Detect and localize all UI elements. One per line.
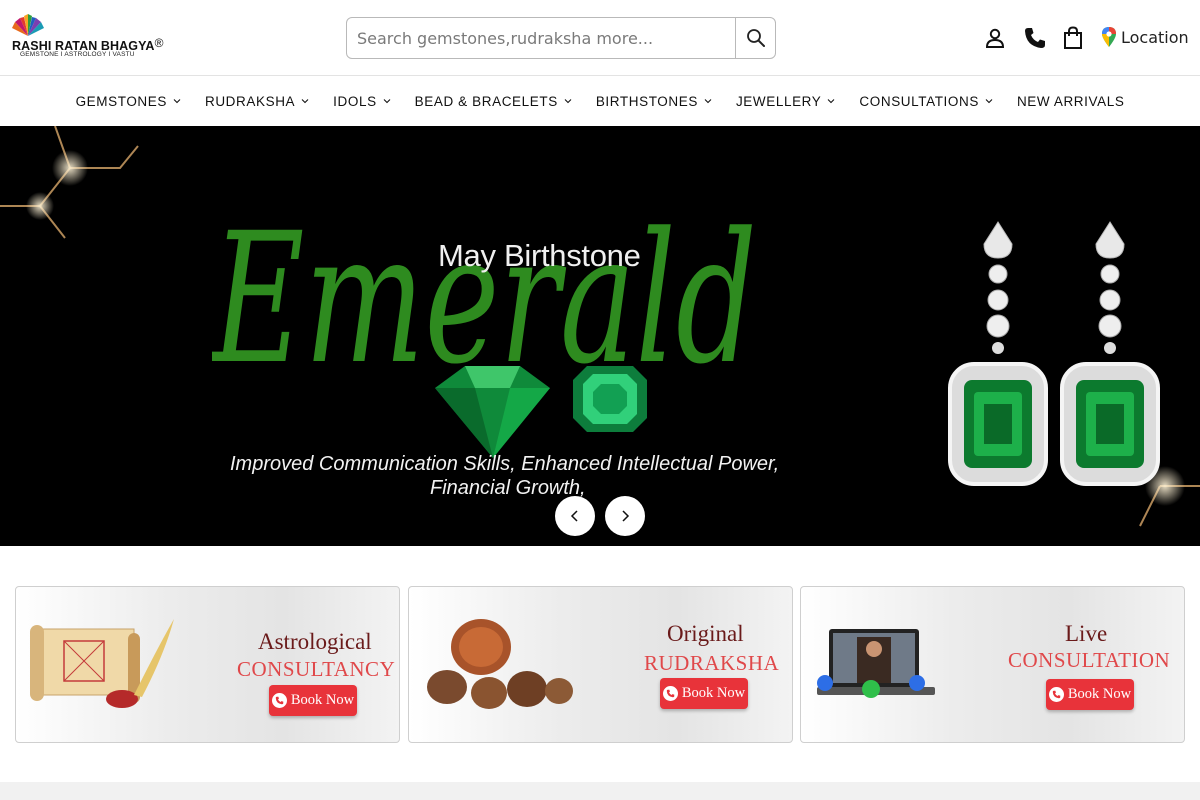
nav-item-idols[interactable]: IDOLS	[333, 94, 391, 109]
hero-description-line2: Financial Growth,	[430, 477, 586, 499]
book-now-label: Book Now	[290, 692, 355, 708]
nav-label: RUDRAKSHA	[204, 93, 296, 109]
book-now-button[interactable]: Book Now	[660, 678, 748, 709]
hero-description-line1: Improved Communication Skills, Enhanced …	[230, 453, 780, 475]
promo-original-rudraksha[interactable]: Original RUDRAKSHA Book Now	[408, 586, 793, 743]
bag-icon	[1064, 26, 1082, 49]
chevron-right-icon	[622, 510, 630, 522]
nav-label: CONSULTATIONS	[859, 93, 979, 109]
nav-label: BIRTHSTONES	[595, 93, 698, 109]
cart-button[interactable]	[1059, 24, 1087, 52]
site-header: RASHI RATAN BHAGYA® GEMSTONE I ASTROLOGY…	[0, 0, 1200, 76]
book-now-button[interactable]: Book Now	[1046, 679, 1134, 710]
location-label: Location	[1121, 27, 1189, 47]
promo-live-consultation[interactable]: Live CONSULTATION Book Now	[800, 586, 1185, 743]
section-divider	[0, 782, 1200, 800]
chevron-down-icon	[985, 99, 993, 104]
nav-label: IDOLS	[333, 93, 377, 109]
search-icon	[746, 29, 765, 47]
emerald-gemstones-image	[435, 366, 647, 458]
carousel-next-button[interactable]	[605, 496, 645, 536]
phone-icon	[271, 693, 287, 708]
hero-banner[interactable]: Emerald May Birthstone Improved Communic…	[0, 126, 1200, 546]
promo-title: Live	[1065, 621, 1108, 646]
chevron-down-icon	[383, 99, 391, 104]
phone-icon	[1048, 687, 1064, 702]
nav-label: BEAD & BRACELETS	[414, 93, 558, 109]
laptop-video-call-image	[817, 629, 935, 698]
chevron-down-icon	[828, 99, 835, 104]
brand-logo[interactable]: RASHI RATAN BHAGYA® GEMSTONE I ASTROLOGY…	[8, 14, 168, 62]
search-bar	[346, 17, 776, 59]
location-selector[interactable]: Location	[1102, 26, 1189, 48]
book-now-button[interactable]: Book Now	[269, 685, 357, 716]
hero-subtitle: May Birthstone	[438, 238, 641, 273]
phone-button[interactable]	[1021, 24, 1049, 52]
phone-icon	[662, 686, 678, 701]
main-nav: GEMSTONES RUDRAKSHA IDOLS BEAD & BRACELE…	[0, 76, 1200, 126]
nav-item-bead-bracelets[interactable]: BEAD & BRACELETS	[415, 94, 572, 109]
carousel-prev-button[interactable]	[555, 496, 595, 536]
promo-title: Astrological	[258, 629, 372, 654]
promo-subtitle: RUDRAKSHA	[644, 651, 780, 675]
promo-subtitle: CONSULTATION	[1008, 648, 1171, 672]
search-button[interactable]	[735, 18, 775, 58]
brand-tagline: GEMSTONE I ASTROLOGY I VASTU	[20, 51, 135, 58]
chevron-down-icon	[564, 99, 572, 104]
promo-subtitle: CONSULTANCY	[237, 657, 396, 681]
location-pin-icon	[1102, 27, 1116, 47]
nav-item-gemstones[interactable]: GEMSTONES	[76, 94, 181, 109]
book-now-label: Book Now	[681, 685, 746, 701]
nav-label: GEMSTONES	[75, 93, 167, 109]
nav-item-birthstones[interactable]: BIRTHSTONES	[596, 94, 712, 109]
nav-item-jewellery[interactable]: JEWELLERY	[736, 94, 835, 109]
account-button[interactable]	[981, 24, 1009, 52]
promo-astrological-consultancy[interactable]: Astrological CONSULTANCY Book Now	[15, 586, 400, 743]
nav-item-consultations[interactable]: CONSULTATIONS	[859, 94, 993, 109]
chevron-down-icon	[704, 99, 712, 104]
hero-description: Improved Communication Skills, Enhanced …	[230, 452, 790, 500]
chevron-left-icon	[570, 510, 578, 522]
nav-item-rudraksha[interactable]: RUDRAKSHA	[205, 94, 309, 109]
nav-item-new-arrivals[interactable]: NEW ARRIVALS	[1017, 94, 1124, 109]
book-now-label: Book Now	[1067, 686, 1132, 702]
nav-label: NEW ARRIVALS	[1016, 93, 1125, 109]
chevron-down-icon	[173, 99, 181, 104]
nav-label: JEWELLERY	[735, 93, 822, 109]
account-icon	[985, 28, 1005, 48]
scroll-quill-image	[30, 619, 174, 708]
emerald-earrings-image	[948, 220, 1160, 486]
promo-title: Original	[667, 621, 744, 646]
phone-icon	[1025, 28, 1045, 48]
chevron-down-icon	[301, 99, 309, 104]
rudraksha-beads-image	[427, 619, 573, 709]
search-input[interactable]	[347, 18, 736, 58]
